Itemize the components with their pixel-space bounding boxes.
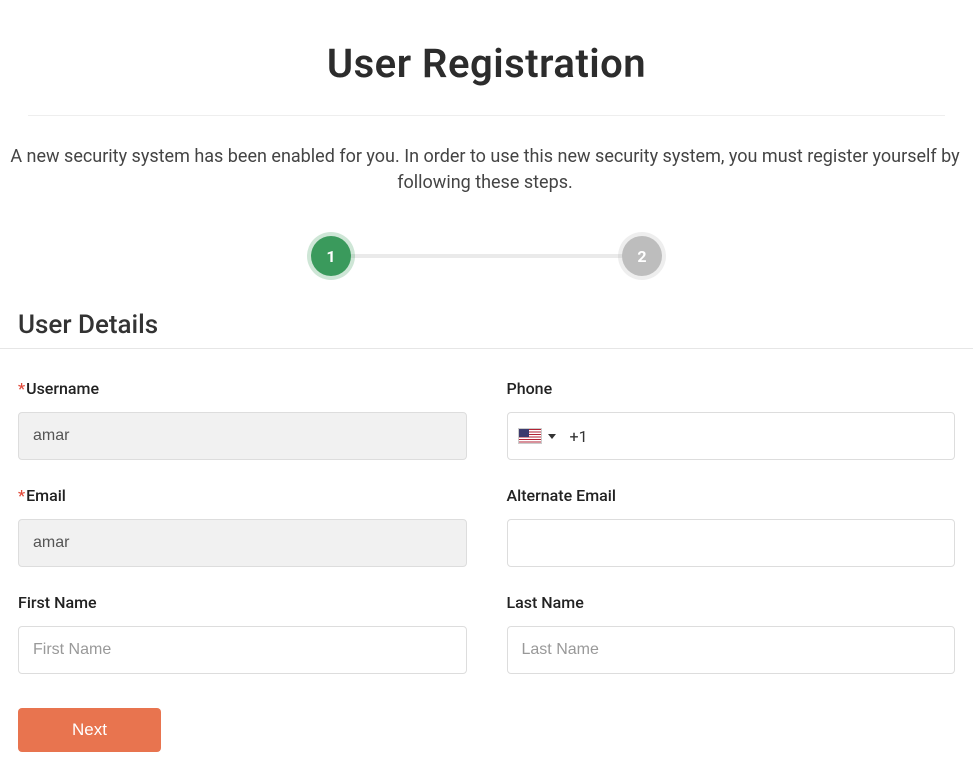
stepper: 1 2 (0, 216, 973, 310)
label-username: *Username (18, 379, 467, 398)
step-2: 2 (622, 236, 662, 276)
step-connector (349, 254, 624, 258)
field-email: *Email (18, 486, 467, 567)
last-name-input[interactable] (507, 626, 956, 674)
field-first-name: First Name (18, 593, 467, 674)
step-1: 1 (311, 236, 351, 276)
username-input[interactable] (18, 412, 467, 460)
label-first-name: First Name (18, 593, 467, 612)
section-title-user-details: User Details (0, 310, 973, 348)
field-last-name: Last Name (507, 593, 956, 674)
label-email: *Email (18, 486, 467, 505)
first-name-input[interactable] (18, 626, 467, 674)
email-input[interactable] (18, 519, 467, 567)
section-divider (0, 348, 973, 349)
intro-text: A new security system has been enabled f… (0, 116, 970, 216)
field-phone: Phone +1 (507, 379, 956, 460)
phone-input-wrap: +1 (507, 412, 956, 460)
next-button[interactable]: Next (18, 708, 161, 752)
field-username: *Username (18, 379, 467, 460)
phone-input[interactable] (596, 413, 944, 459)
alt-email-input[interactable] (507, 519, 956, 567)
phone-country-selector[interactable] (518, 428, 556, 444)
label-phone: Phone (507, 379, 956, 398)
chevron-down-icon (548, 434, 556, 439)
form-grid: *Username Phone +1 *Email Alternate Emai… (0, 369, 973, 674)
phone-prefix: +1 (570, 427, 588, 446)
label-last-name: Last Name (507, 593, 956, 612)
us-flag-icon (518, 428, 542, 444)
label-alt-email: Alternate Email (507, 486, 956, 505)
field-alt-email: Alternate Email (507, 486, 956, 567)
page-title: User Registration (0, 0, 973, 115)
form-actions: Next (0, 674, 973, 772)
